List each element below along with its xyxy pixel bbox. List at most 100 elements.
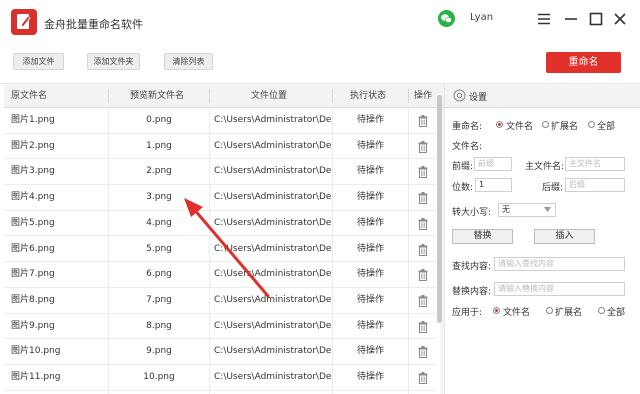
cell-preview-name: 5.png: [146, 243, 172, 254]
cell-original-name: 图片8.png: [11, 294, 55, 305]
trash-icon[interactable]: [418, 115, 428, 127]
table-row[interactable]: 图片1.png 0.png C:\Users\Administrator\De...…: [4, 108, 436, 134]
cell-preview-name: 7.png: [146, 294, 172, 305]
cell-original-name: 图片5.png: [11, 217, 55, 228]
trash-icon[interactable]: [418, 140, 428, 153]
document-pen-icon: [17, 14, 31, 29]
cell-preview-name: 9.png: [146, 346, 172, 357]
replace-input[interactable]: 请输入替换内容: [494, 282, 625, 296]
find-input[interactable]: 请输入查找内容: [494, 257, 625, 271]
cell-location: C:\Users\Administrator\De...: [214, 140, 332, 151]
rename-button[interactable]: 重命名: [546, 52, 621, 73]
table-row[interactable]: 图片9.png 8.png C:\Users\Administrator\De...…: [4, 314, 436, 340]
case-select[interactable]: 无: [498, 203, 556, 217]
prefix-input[interactable]: 前缀: [474, 157, 512, 171]
apply-extension-label[interactable]: 扩展名: [555, 305, 582, 318]
table-row[interactable]: 图片8.png 7.png C:\Users\Administrator\De...…: [4, 288, 436, 314]
cell-location: C:\Users\Administrator\De...: [214, 115, 332, 125]
apply-extension-radio[interactable]: [546, 307, 553, 314]
rename-mode-label: 重命名:: [452, 122, 483, 132]
file-table: 原文件名 预览新文件名 文件位置 执行状态 操作 图片1.png 0.png C:\…: [4, 84, 444, 394]
header-status[interactable]: 执行状态: [350, 84, 386, 108]
table-row[interactable]: 图片11.png 10.png C:\Users\Administrator\De.…: [4, 365, 436, 391]
trash-icon[interactable]: [418, 192, 428, 205]
table-row[interactable]: 图片10.png 9.png C:\Users\Administrator\De..…: [4, 339, 436, 365]
table-row[interactable]: 图片3.png 2.png C:\Users\Administrator\De...…: [4, 159, 436, 186]
cell-status: 待操作: [356, 115, 384, 125]
rename-mode-all-radio[interactable]: [588, 121, 595, 128]
username[interactable]: Lyan: [470, 12, 493, 23]
rename-mode-filename-label[interactable]: 文件名: [506, 119, 533, 132]
add-folder-button[interactable]: 添加文件夹: [87, 53, 140, 70]
rename-mode-extension-radio[interactable]: [542, 121, 549, 128]
cell-location: C:\Users\Administrator\De...: [214, 346, 332, 357]
cell-original-name: 图片6.png: [11, 243, 55, 254]
cell-preview-name: 6.png: [146, 269, 172, 280]
prefix-label: 前缀:: [452, 162, 474, 172]
main-name-label: 主文件名:: [525, 162, 565, 172]
header-preview-name[interactable]: 预览新文件名: [130, 84, 184, 108]
settings-panel: 设置 重命名: 文件名 扩展名 全部 文件名: 前缀: 前缀 主文件名: 主文件…: [444, 84, 640, 394]
cell-status: 待操作: [356, 372, 384, 382]
main-name-input[interactable]: 主文件名: [565, 157, 625, 171]
rename-mode-extension-label[interactable]: 扩展名: [551, 119, 578, 132]
add-file-button[interactable]: 添加文件: [13, 53, 64, 70]
table-scrollbar-thumb[interactable]: [437, 95, 442, 323]
toolbar: 添加文件 添加文件夹 清除列表 重命名: [0, 40, 640, 84]
header-action: 操作: [414, 91, 433, 101]
header-original-name[interactable]: 原文件名: [11, 84, 47, 108]
trash-icon[interactable]: [418, 243, 428, 256]
cell-original-name: 图片1.png: [11, 115, 55, 125]
cell-preview-name: 2.png: [146, 166, 172, 177]
replace-content-label: 替换内容:: [452, 287, 492, 297]
cell-location: C:\Users\Administrator\De...: [214, 269, 332, 280]
rename-mode-all-label[interactable]: 全部: [597, 119, 615, 132]
suffix-input[interactable]: 后缀: [565, 178, 625, 192]
trash-icon[interactable]: [418, 269, 428, 282]
minimize-icon[interactable]: [563, 11, 579, 27]
wechat-icon[interactable]: [438, 10, 455, 27]
cell-status: 待操作: [356, 346, 384, 357]
rename-mode-filename-radio[interactable]: [496, 121, 503, 128]
cell-status: 待操作: [356, 320, 384, 331]
case-select-value: 无: [502, 205, 510, 214]
filename-section-label: 文件名:: [452, 142, 483, 152]
settings-header: 设置: [445, 84, 640, 108]
maximize-icon[interactable]: [588, 11, 604, 27]
trash-icon[interactable]: [418, 217, 428, 230]
table-row[interactable]: 图片2.png 1.png C:\Users\Administrator\De...…: [4, 134, 436, 160]
cell-status: 待操作: [356, 294, 384, 305]
table-row[interactable]: 图片7.png 6.png C:\Users\Administrator\De...…: [4, 262, 436, 288]
cell-preview-name: 10.png: [143, 372, 175, 382]
trash-icon[interactable]: [418, 346, 428, 359]
cell-preview-name: 1.png: [146, 140, 172, 151]
replace-button[interactable]: 替换: [452, 229, 513, 244]
header-location[interactable]: 文件位置: [251, 84, 287, 108]
clear-list-button[interactable]: 清除列表: [164, 53, 213, 70]
apply-filename-label[interactable]: 文件名: [503, 305, 530, 318]
menu-icon[interactable]: [536, 11, 552, 27]
trash-icon[interactable]: [418, 372, 428, 384]
gear-icon: [453, 89, 466, 102]
cell-original-name: 图片11.png: [11, 372, 61, 382]
digits-input[interactable]: 1: [475, 178, 512, 192]
insert-button[interactable]: 插入: [534, 229, 595, 244]
table-row[interactable]: 图片4.png 3.png C:\Users\Administrator\De...…: [4, 185, 436, 211]
close-icon[interactable]: [612, 11, 628, 27]
trash-icon[interactable]: [418, 294, 428, 307]
cell-location: C:\Users\Administrator\De...: [214, 217, 332, 228]
table-row[interactable]: 图片6.png 5.png C:\Users\Administrator\De...…: [4, 237, 436, 263]
digits-label: 位数:: [452, 183, 474, 193]
apply-all-radio[interactable]: [598, 307, 605, 314]
cell-original-name: 图片9.png: [11, 320, 55, 331]
cell-location: C:\Users\Administrator\De...: [214, 294, 332, 305]
trash-icon[interactable]: [418, 166, 428, 179]
cell-location: C:\Users\Administrator\De...: [214, 243, 332, 254]
suffix-label: 后缀:: [542, 183, 564, 193]
apply-filename-radio[interactable]: [493, 307, 500, 314]
case-label: 转大小写:: [452, 208, 492, 218]
trash-icon[interactable]: [418, 320, 428, 333]
table-row[interactable]: 图片5.png 4.png C:\Users\Administrator\De...…: [4, 211, 436, 237]
apply-all-label[interactable]: 全部: [607, 305, 625, 318]
cell-status: 待操作: [356, 269, 384, 280]
